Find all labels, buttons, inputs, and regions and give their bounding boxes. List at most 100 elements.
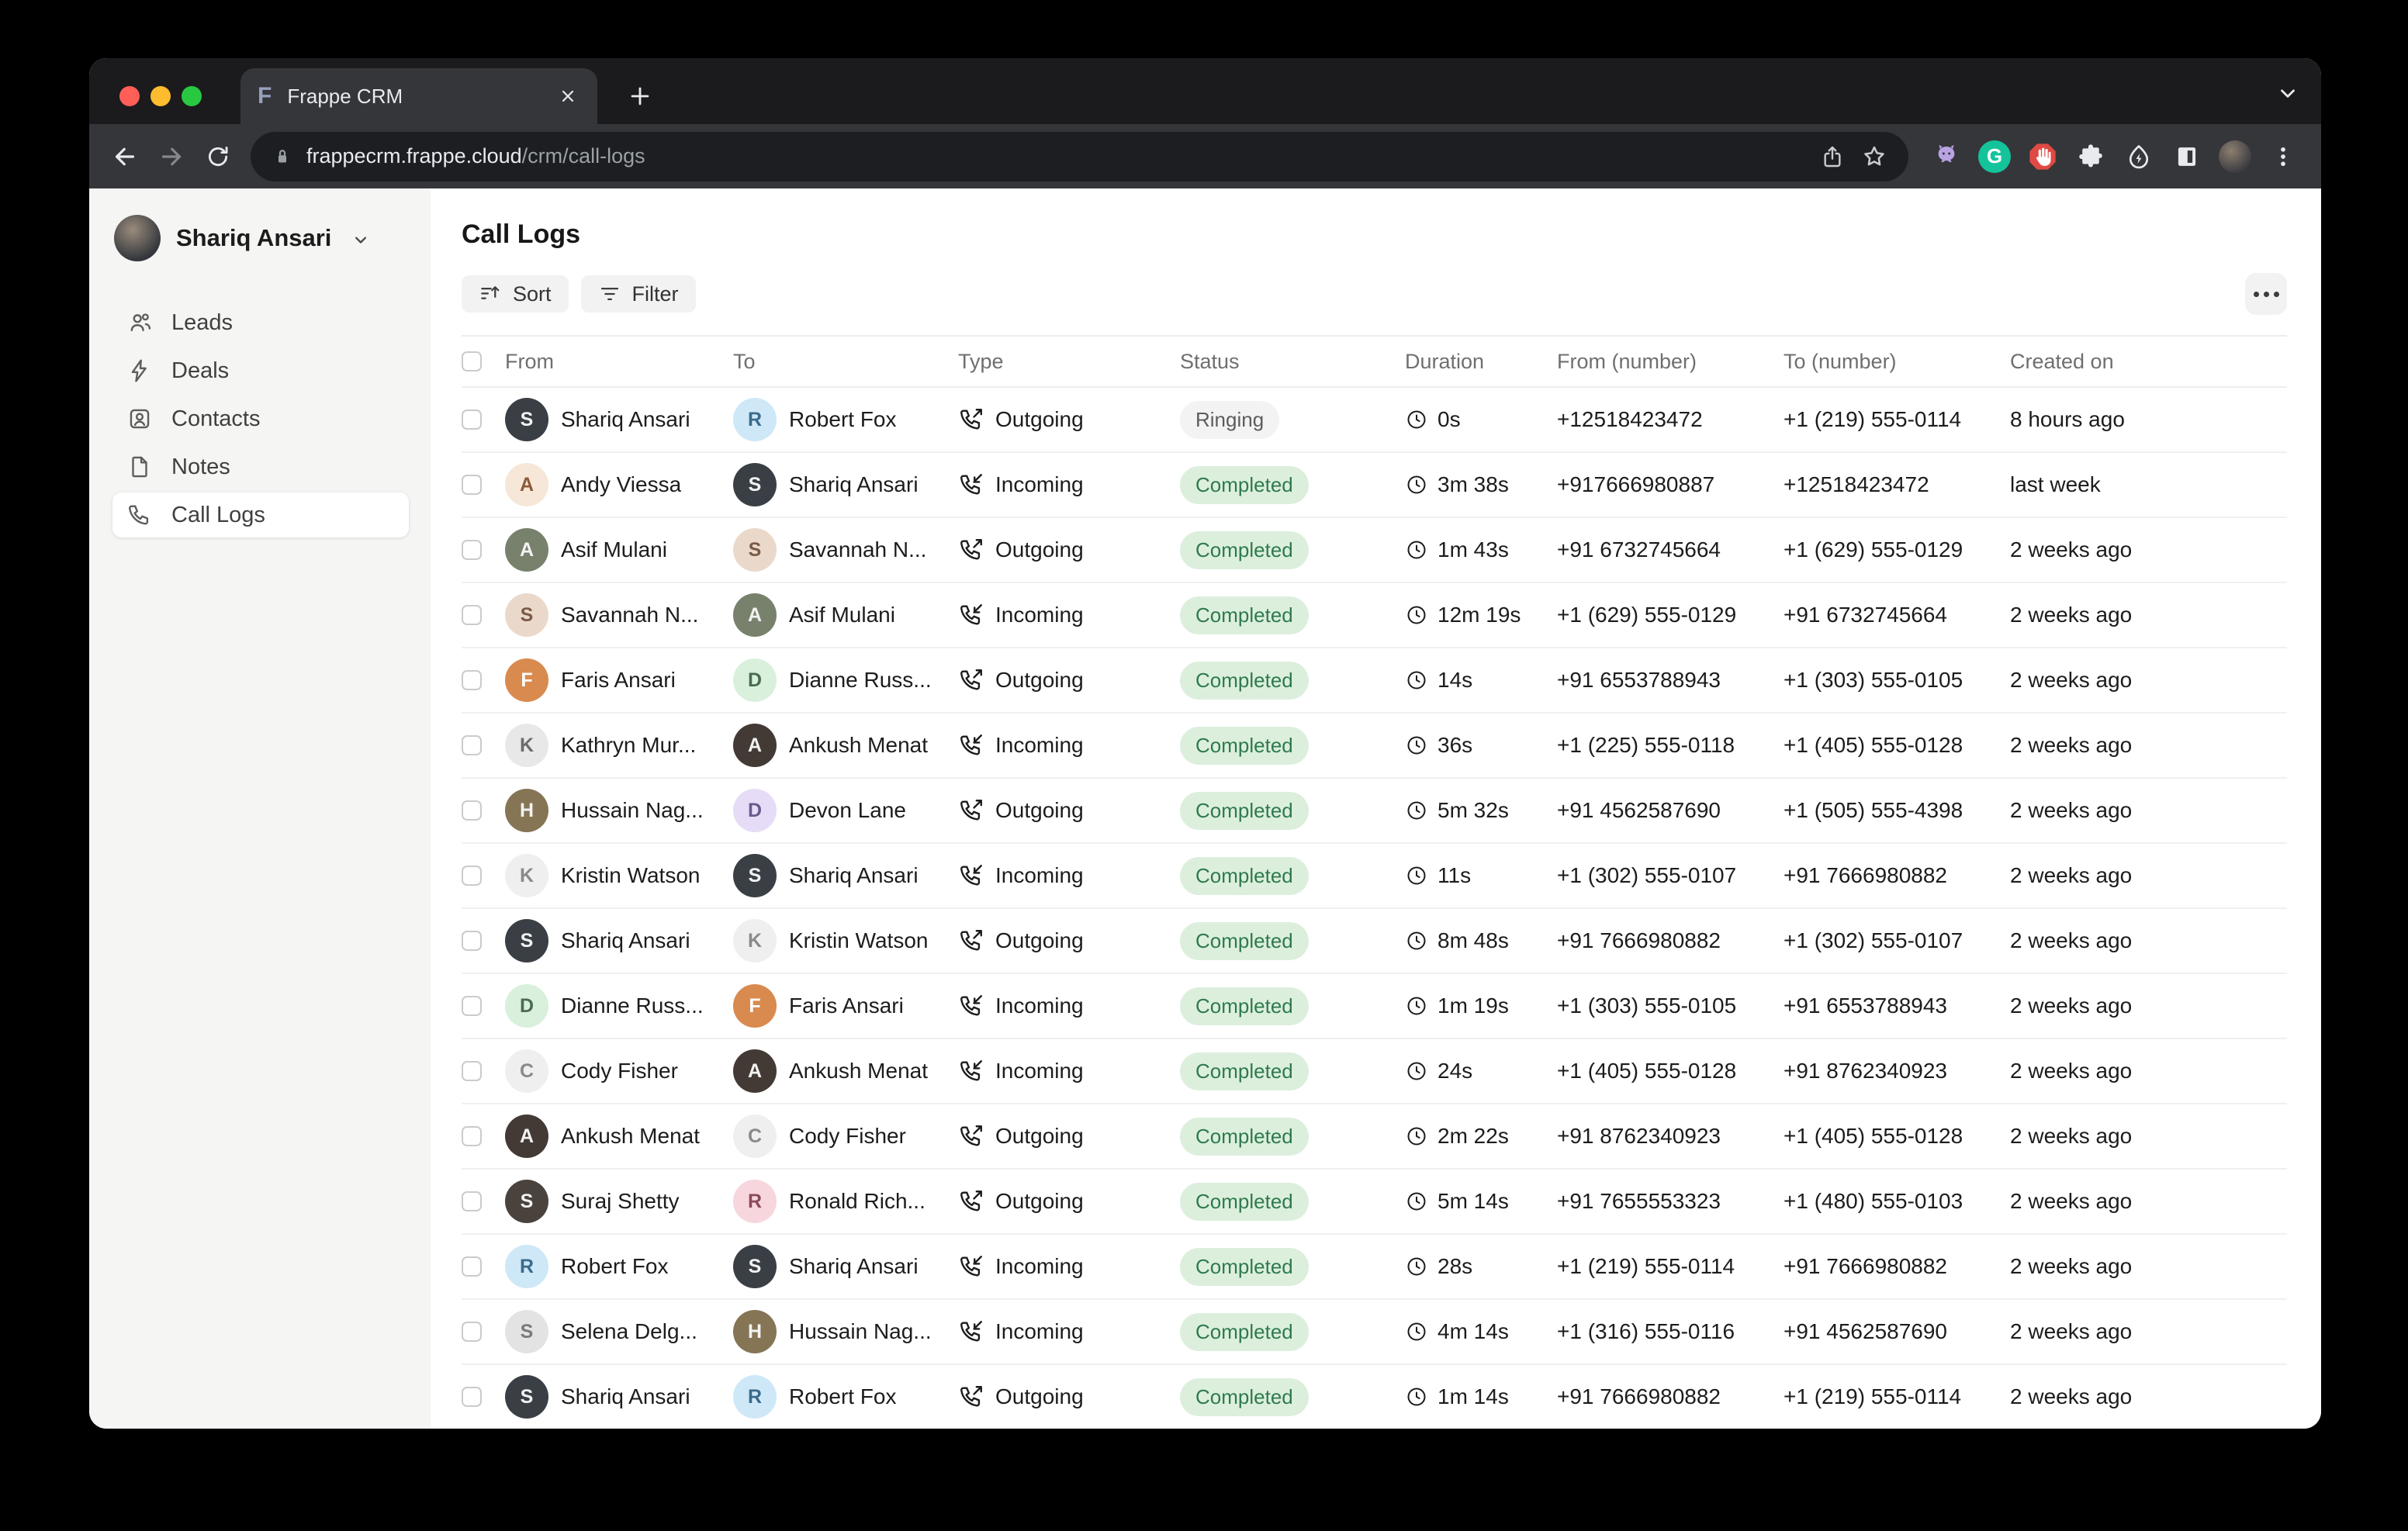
sidebar-item-deals[interactable]: Deals bbox=[112, 348, 409, 393]
row-checkbox[interactable] bbox=[462, 931, 482, 951]
table-row[interactable]: C Cody Fisher A Ankush Menat Incoming Co… bbox=[462, 1039, 2287, 1104]
column-header-type: Type bbox=[958, 350, 1180, 374]
leads-icon bbox=[126, 309, 153, 336]
sidebar-item-call-logs[interactable]: Call Logs bbox=[112, 492, 409, 537]
row-checkbox[interactable] bbox=[462, 1322, 482, 1342]
to-avatar: R bbox=[733, 398, 777, 441]
chevron-down-icon bbox=[350, 229, 372, 251]
tab-close-icon[interactable] bbox=[555, 84, 580, 109]
to-number: +1 (303) 555-0105 bbox=[1784, 668, 2010, 693]
row-checkbox[interactable] bbox=[462, 410, 482, 430]
table-row[interactable]: S Selena Delg... H Hussain Nag... Incomi… bbox=[462, 1300, 2287, 1365]
from-number: +12518423472 bbox=[1557, 407, 1784, 432]
table-row[interactable]: S Savannah N... A Asif Mulani Incoming C… bbox=[462, 583, 2287, 648]
row-checkbox[interactable] bbox=[462, 1061, 482, 1081]
share-icon[interactable] bbox=[1814, 138, 1851, 175]
clock-icon bbox=[1405, 1059, 1428, 1083]
from-avatar: S bbox=[505, 398, 548, 441]
row-checkbox[interactable] bbox=[462, 1126, 482, 1146]
table-row[interactable]: R Robert Fox S Shariq Ansari Incoming Co… bbox=[462, 1235, 2287, 1300]
table-row[interactable]: S Shariq Ansari R Robert Fox Outgoing Co… bbox=[462, 1365, 2287, 1429]
clock-icon bbox=[1405, 603, 1428, 627]
from-avatar: F bbox=[505, 658, 548, 702]
extension-adblock-icon[interactable] bbox=[2022, 136, 2064, 178]
call-type: Incoming bbox=[995, 994, 1084, 1018]
bookmark-star-icon[interactable] bbox=[1856, 138, 1893, 175]
tab-title: Frappe CRM bbox=[287, 85, 555, 109]
user-dropdown[interactable]: Shariq Ansari bbox=[112, 212, 409, 264]
sidebar-item-leads[interactable]: Leads bbox=[112, 300, 409, 345]
row-checkbox[interactable] bbox=[462, 735, 482, 755]
table-row[interactable]: K Kristin Watson S Shariq Ansari Incomin… bbox=[462, 844, 2287, 909]
forward-icon[interactable] bbox=[151, 137, 192, 177]
from-number: +91 7666980882 bbox=[1557, 1384, 1784, 1409]
status-badge: Completed bbox=[1180, 792, 1309, 830]
tab-frappe-crm[interactable]: F Frappe CRM bbox=[240, 68, 597, 124]
table-row[interactable]: A Ankush Menat C Cody Fisher Outgoing Co… bbox=[462, 1104, 2287, 1170]
table-row[interactable]: S Shariq Ansari R Robert Fox Outgoing Ri… bbox=[462, 388, 2287, 453]
url-bar[interactable]: frappecrm.frappe.cloud/crm/call-logs bbox=[251, 132, 1908, 181]
extension-grammarly-icon[interactable]: G bbox=[1974, 136, 2015, 178]
table-row[interactable]: A Andy Viessa S Shariq Ansari Incoming C… bbox=[462, 453, 2287, 518]
more-options-button[interactable] bbox=[2245, 273, 2287, 315]
call-type: Incoming bbox=[995, 1319, 1084, 1344]
row-checkbox[interactable] bbox=[462, 1256, 482, 1277]
reload-icon[interactable] bbox=[198, 137, 238, 177]
clock-icon bbox=[1405, 408, 1428, 431]
row-checkbox[interactable] bbox=[462, 475, 482, 495]
from-avatar: S bbox=[505, 1375, 548, 1419]
incoming-call-icon bbox=[958, 1058, 984, 1084]
created-on: 2 weeks ago bbox=[2010, 1384, 2287, 1409]
deals-icon bbox=[126, 358, 153, 384]
from-name: Shariq Ansari bbox=[561, 407, 690, 432]
minimize-window-button[interactable] bbox=[150, 86, 171, 106]
main-panel: Call Logs Sort Filter From bbox=[431, 188, 2321, 1429]
table-row[interactable]: D Dianne Russ... F Faris Ansari Incoming… bbox=[462, 974, 2287, 1039]
from-avatar: A bbox=[505, 1115, 548, 1158]
maximize-window-button[interactable] bbox=[182, 86, 202, 106]
close-window-button[interactable] bbox=[119, 86, 140, 106]
from-avatar: H bbox=[505, 789, 548, 832]
browser-profile-avatar[interactable] bbox=[2214, 136, 2256, 178]
sort-button[interactable]: Sort bbox=[462, 275, 569, 313]
table-row[interactable]: A Asif Mulani S Savannah N... Outgoing C… bbox=[462, 518, 2287, 583]
browser-menu-kebab-icon[interactable] bbox=[2262, 136, 2304, 178]
incoming-call-icon bbox=[958, 602, 984, 628]
row-checkbox[interactable] bbox=[462, 540, 482, 560]
from-avatar: R bbox=[505, 1245, 548, 1288]
row-checkbox[interactable] bbox=[462, 1387, 482, 1407]
filter-button[interactable]: Filter bbox=[581, 275, 696, 313]
user-name: Shariq Ansari bbox=[176, 224, 331, 252]
to-name: Dianne Russ... bbox=[789, 668, 932, 693]
status-badge: Completed bbox=[1180, 1052, 1309, 1090]
extension-frame-icon[interactable] bbox=[2166, 136, 2208, 178]
call-duration: 28s bbox=[1438, 1254, 1472, 1279]
column-header-duration: Duration bbox=[1405, 350, 1557, 374]
new-tab-button[interactable] bbox=[623, 79, 657, 113]
clock-icon bbox=[1405, 1255, 1428, 1278]
status-badge: Completed bbox=[1180, 727, 1309, 765]
row-checkbox[interactable] bbox=[462, 996, 482, 1016]
row-checkbox[interactable] bbox=[462, 605, 482, 625]
table-row[interactable]: K Kathryn Mur... A Ankush Menat Incoming… bbox=[462, 714, 2287, 779]
sidebar-item-contacts[interactable]: Contacts bbox=[112, 396, 409, 441]
table-row[interactable]: S Suraj Shetty R Ronald Rich... Outgoing… bbox=[462, 1170, 2287, 1235]
row-checkbox[interactable] bbox=[462, 1191, 482, 1211]
back-icon[interactable] bbox=[105, 137, 145, 177]
sidebar-item-notes[interactable]: Notes bbox=[112, 444, 409, 489]
table-row[interactable]: F Faris Ansari D Dianne Russ... Outgoing… bbox=[462, 648, 2287, 714]
row-checkbox[interactable] bbox=[462, 866, 482, 886]
clock-icon bbox=[1405, 1320, 1428, 1343]
extension-octocat-icon[interactable] bbox=[1925, 136, 1967, 178]
outgoing-call-icon bbox=[958, 1123, 984, 1149]
tab-search-chevron-icon[interactable] bbox=[2276, 81, 2299, 105]
table-row[interactable]: S Shariq Ansari K Kristin Watson Outgoin… bbox=[462, 909, 2287, 974]
select-all-checkbox[interactable] bbox=[462, 351, 482, 372]
row-checkbox[interactable] bbox=[462, 800, 482, 821]
row-checkbox[interactable] bbox=[462, 670, 482, 690]
table-row[interactable]: H Hussain Nag... D Devon Lane Outgoing C… bbox=[462, 779, 2287, 844]
extensions-puzzle-icon[interactable] bbox=[2070, 136, 2112, 178]
filter-icon bbox=[598, 282, 621, 306]
page-title: Call Logs bbox=[462, 219, 2287, 250]
extension-leaf-icon[interactable] bbox=[2118, 136, 2160, 178]
